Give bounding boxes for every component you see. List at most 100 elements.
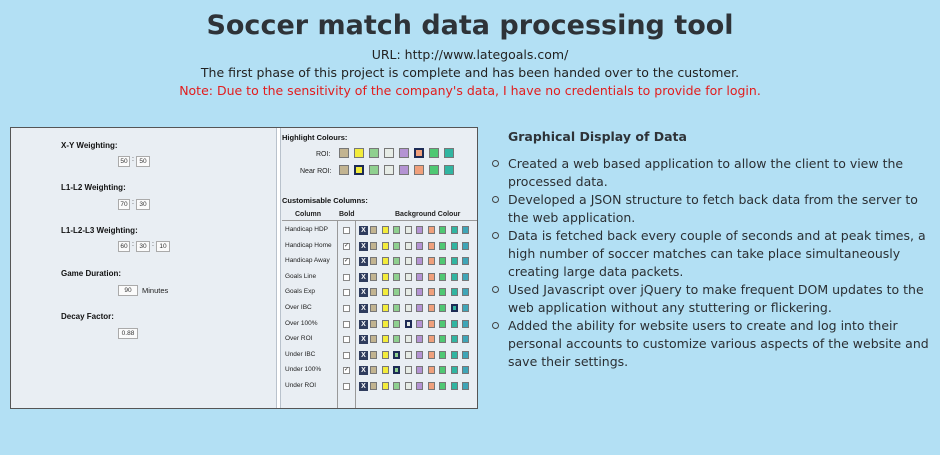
background-colour-swatch[interactable] bbox=[393, 272, 400, 281]
background-colour-swatch[interactable] bbox=[381, 350, 389, 359]
l1l2l3-input-1[interactable]: 60 bbox=[118, 241, 130, 252]
background-colour-swatch[interactable] bbox=[427, 241, 435, 250]
background-colour-swatch[interactable] bbox=[381, 335, 389, 344]
background-colour-swatch[interactable] bbox=[427, 319, 435, 328]
near-roi-colour-swatch[interactable] bbox=[339, 165, 349, 175]
background-colour-swatch[interactable] bbox=[404, 272, 412, 281]
background-colour-swatch[interactable] bbox=[393, 288, 400, 297]
near-roi-colour-swatch[interactable] bbox=[444, 165, 454, 175]
background-colour-swatch[interactable] bbox=[462, 226, 469, 234]
background-colour-swatch[interactable] bbox=[439, 272, 446, 281]
background-colour-swatch[interactable] bbox=[381, 241, 389, 250]
background-colour-swatch[interactable] bbox=[450, 272, 458, 281]
background-colour-swatch[interactable] bbox=[439, 335, 446, 344]
background-colour-swatch[interactable] bbox=[393, 366, 400, 375]
background-colour-swatch[interactable] bbox=[370, 335, 377, 344]
background-colour-swatch[interactable] bbox=[427, 335, 435, 344]
background-colour-swatch[interactable] bbox=[427, 366, 435, 375]
background-colour-swatch[interactable] bbox=[439, 319, 446, 328]
background-colour-swatch[interactable] bbox=[393, 319, 400, 328]
decay-factor-input[interactable]: 0.88 bbox=[118, 328, 138, 339]
background-colour-swatch[interactable] bbox=[439, 288, 446, 297]
background-colour-swatch[interactable] bbox=[427, 350, 435, 359]
background-colour-swatch[interactable] bbox=[439, 382, 446, 390]
background-colour-swatch[interactable] bbox=[462, 366, 469, 375]
background-colour-swatch[interactable] bbox=[416, 382, 423, 390]
background-colour-swatch[interactable] bbox=[416, 241, 423, 250]
background-colour-swatch[interactable] bbox=[462, 335, 469, 344]
xy-input-2[interactable]: 50 bbox=[136, 156, 150, 167]
l1l2l3-input-3[interactable]: 10 bbox=[156, 241, 170, 252]
background-colour-swatch[interactable] bbox=[450, 257, 458, 266]
background-colour-swatch[interactable] bbox=[370, 382, 377, 390]
background-colour-swatch[interactable] bbox=[462, 288, 469, 297]
clear-colour-button[interactable]: X bbox=[359, 319, 368, 329]
background-colour-swatch[interactable] bbox=[404, 288, 412, 297]
background-colour-swatch[interactable] bbox=[416, 226, 423, 234]
background-colour-swatch[interactable] bbox=[439, 226, 446, 234]
bold-checkbox[interactable] bbox=[343, 273, 350, 281]
bold-checkbox[interactable] bbox=[343, 336, 350, 344]
roi-colour-swatch[interactable] bbox=[414, 148, 424, 158]
roi-colour-swatch[interactable] bbox=[399, 148, 409, 158]
background-colour-swatch[interactable] bbox=[381, 257, 389, 266]
background-colour-swatch[interactable] bbox=[416, 257, 423, 266]
near-roi-colour-swatch[interactable] bbox=[369, 165, 379, 175]
background-colour-swatch[interactable] bbox=[381, 304, 389, 312]
bold-checkbox[interactable]: ✓ bbox=[343, 242, 350, 250]
roi-colour-swatch[interactable] bbox=[354, 148, 364, 158]
roi-colour-swatch[interactable] bbox=[339, 148, 349, 158]
l1l2-input-2[interactable]: 30 bbox=[136, 199, 150, 210]
background-colour-swatch[interactable] bbox=[439, 366, 446, 375]
clear-colour-button[interactable]: X bbox=[359, 226, 368, 235]
background-colour-swatch[interactable] bbox=[381, 288, 389, 297]
background-colour-swatch[interactable] bbox=[416, 335, 423, 344]
background-colour-swatch[interactable] bbox=[370, 350, 377, 359]
clear-colour-button[interactable]: X bbox=[359, 304, 368, 313]
background-colour-swatch[interactable] bbox=[439, 350, 446, 359]
background-colour-swatch[interactable] bbox=[381, 319, 389, 328]
background-colour-swatch[interactable] bbox=[462, 241, 469, 250]
roi-colour-swatch[interactable] bbox=[444, 148, 454, 158]
background-colour-swatch[interactable] bbox=[462, 319, 469, 328]
background-colour-swatch[interactable] bbox=[450, 350, 458, 359]
background-colour-swatch[interactable] bbox=[393, 335, 400, 344]
background-colour-swatch[interactable] bbox=[370, 304, 377, 312]
bold-checkbox[interactable]: ✓ bbox=[343, 367, 350, 375]
background-colour-swatch[interactable] bbox=[450, 226, 458, 234]
background-colour-swatch[interactable] bbox=[439, 257, 446, 266]
background-colour-swatch[interactable] bbox=[416, 350, 423, 359]
background-colour-swatch[interactable] bbox=[404, 366, 412, 375]
background-colour-swatch[interactable] bbox=[439, 304, 446, 312]
near-roi-colour-swatch[interactable] bbox=[399, 165, 409, 175]
background-colour-swatch[interactable] bbox=[462, 382, 469, 390]
background-colour-swatch[interactable] bbox=[393, 304, 400, 312]
l1l2-input-1[interactable]: 70 bbox=[118, 199, 130, 210]
background-colour-swatch[interactable] bbox=[393, 257, 400, 266]
background-colour-swatch[interactable] bbox=[404, 335, 412, 344]
bold-checkbox[interactable] bbox=[343, 320, 350, 328]
clear-colour-button[interactable]: X bbox=[359, 257, 368, 267]
background-colour-swatch[interactable] bbox=[370, 226, 377, 234]
background-colour-swatch[interactable] bbox=[427, 288, 435, 297]
background-colour-swatch[interactable] bbox=[427, 257, 435, 266]
background-colour-swatch[interactable] bbox=[404, 350, 412, 359]
background-colour-swatch[interactable] bbox=[393, 350, 400, 359]
clear-colour-button[interactable]: X bbox=[359, 382, 368, 391]
bold-checkbox[interactable] bbox=[343, 383, 350, 390]
background-colour-swatch[interactable] bbox=[381, 382, 389, 390]
background-colour-swatch[interactable] bbox=[404, 257, 412, 266]
background-colour-swatch[interactable] bbox=[404, 226, 412, 234]
bold-checkbox[interactable] bbox=[343, 227, 350, 234]
background-colour-swatch[interactable] bbox=[450, 366, 458, 375]
background-colour-swatch[interactable] bbox=[370, 366, 377, 375]
clear-colour-button[interactable]: X bbox=[359, 241, 368, 251]
background-colour-swatch[interactable] bbox=[370, 288, 377, 297]
background-colour-swatch[interactable] bbox=[381, 226, 389, 234]
background-colour-swatch[interactable] bbox=[381, 272, 389, 281]
background-colour-swatch[interactable] bbox=[370, 319, 377, 328]
background-colour-swatch[interactable] bbox=[450, 382, 458, 390]
background-colour-swatch[interactable] bbox=[427, 382, 435, 390]
background-colour-swatch[interactable] bbox=[404, 241, 412, 250]
background-colour-swatch[interactable] bbox=[462, 272, 469, 281]
